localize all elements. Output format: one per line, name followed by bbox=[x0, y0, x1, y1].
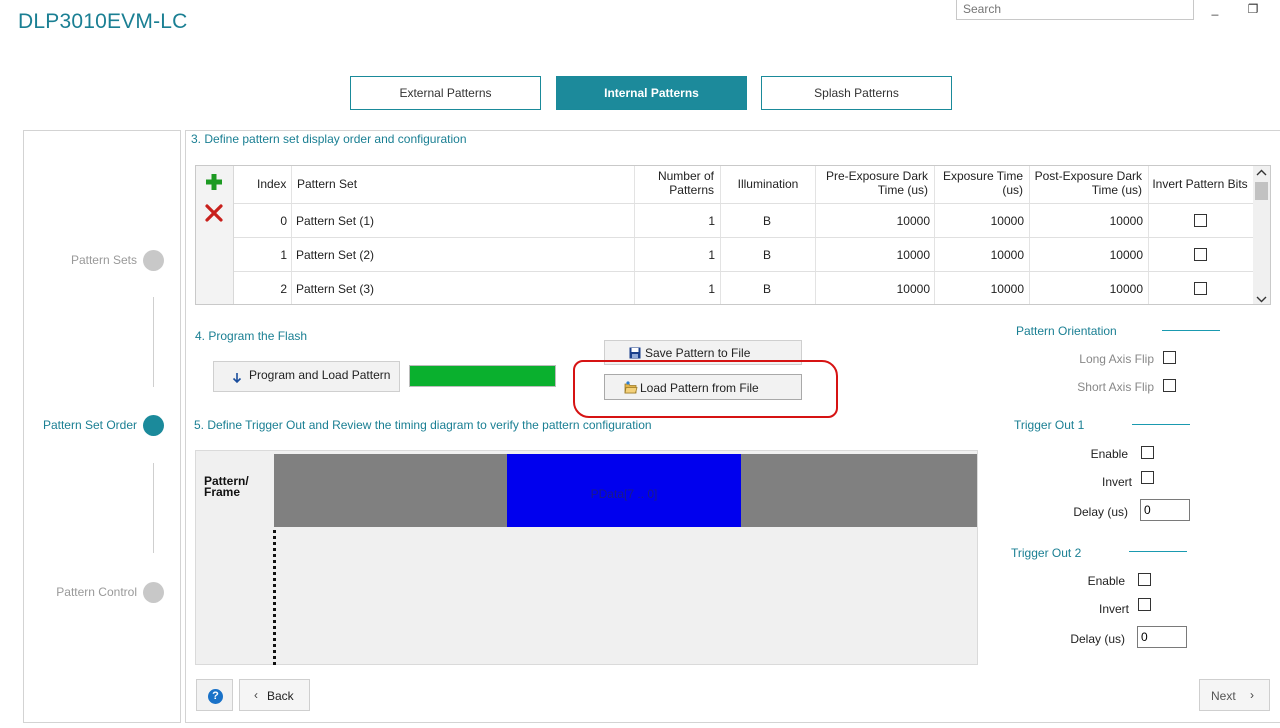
program-and-load-label: Program and Load Pattern bbox=[249, 368, 391, 382]
cell-pattern-set: Pattern Set (3) bbox=[296, 282, 375, 296]
cell-number-of-patterns: 1 bbox=[708, 248, 715, 262]
step-dot-pattern-set-order[interactable] bbox=[143, 415, 164, 436]
cell-illumination: B bbox=[762, 214, 771, 228]
column-header-post-exposure[interactable]: Post-Exposure Dark Time (us) bbox=[1032, 169, 1142, 197]
cell-index: 2 bbox=[280, 282, 287, 296]
cell-exposure: 10000 bbox=[990, 248, 1024, 262]
column-header-pre-exposure[interactable]: Pre-Exposure Dark Time (us) bbox=[818, 169, 928, 197]
download-arrow-icon bbox=[232, 372, 242, 387]
cell-post-exposure: 10000 bbox=[1109, 248, 1143, 262]
add-row-button[interactable] bbox=[205, 173, 223, 194]
step-connector bbox=[153, 463, 154, 553]
trigger-out-2-title: Trigger Out 2 bbox=[1011, 546, 1082, 560]
cell-illumination: B bbox=[762, 282, 771, 296]
scroll-thumb[interactable] bbox=[1255, 182, 1268, 200]
cell-exposure: 10000 bbox=[990, 282, 1024, 296]
table-row[interactable]: 1 Pattern Set (2) 1 B 10000 10000 10000 bbox=[234, 238, 1253, 271]
scroll-up-icon[interactable] bbox=[1256, 169, 1267, 179]
cell-number-of-patterns: 1 bbox=[708, 214, 715, 228]
frame-marker-line bbox=[273, 530, 276, 665]
progress-fill bbox=[410, 366, 555, 386]
app-title: DLP3010EVM-LC bbox=[18, 10, 188, 33]
column-header-invert-pattern-bits[interactable]: Invert Pattern Bits bbox=[1150, 177, 1250, 191]
cell-index: 0 bbox=[280, 214, 287, 228]
help-button[interactable]: ? bbox=[196, 679, 233, 711]
trigger2-delay-label: Delay (us) bbox=[1070, 632, 1125, 646]
tab-splash-patterns[interactable]: Splash Patterns bbox=[761, 76, 952, 110]
trigger1-enable-label: Enable bbox=[1090, 447, 1128, 461]
trigger1-delay-label: Delay (us) bbox=[1073, 505, 1128, 519]
cell-post-exposure: 10000 bbox=[1109, 282, 1143, 296]
cell-index: 1 bbox=[280, 248, 287, 262]
section4-title: 4. Program the Flash bbox=[195, 329, 308, 343]
close-icon bbox=[205, 204, 223, 222]
step-label-pattern-sets[interactable]: Pattern Sets bbox=[17, 253, 137, 267]
step-dot-pattern-sets[interactable] bbox=[143, 250, 164, 271]
column-header-number-of-patterns[interactable]: Number of Patterns bbox=[638, 169, 714, 197]
trigger2-delay-input[interactable] bbox=[1137, 626, 1187, 648]
search-input[interactable] bbox=[956, 0, 1194, 20]
cell-pattern-set: Pattern Set (2) bbox=[296, 248, 375, 262]
column-header-illumination[interactable]: Illumination bbox=[722, 177, 814, 191]
cell-illumination: B bbox=[762, 248, 771, 262]
cell-pre-exposure: 10000 bbox=[896, 282, 930, 296]
short-axis-flip-label: Short Axis Flip bbox=[1077, 380, 1154, 394]
pattern-orientation-title: Pattern Orientation bbox=[1016, 324, 1117, 338]
delete-row-button[interactable] bbox=[205, 204, 223, 225]
step-connector bbox=[153, 297, 154, 387]
table-row[interactable]: 0 Pattern Set (1) 1 B 10000 10000 10000 bbox=[234, 204, 1253, 237]
tab-external-patterns[interactable]: External Patterns bbox=[350, 76, 541, 110]
flash-progress-bar bbox=[409, 365, 556, 387]
step-label-pattern-control[interactable]: Pattern Control bbox=[17, 585, 137, 599]
short-axis-flip-checkbox[interactable] bbox=[1163, 379, 1176, 392]
trigger2-invert-checkbox[interactable] bbox=[1138, 598, 1151, 611]
column-header-pattern-set[interactable]: Pattern Set bbox=[297, 177, 357, 191]
cell-pre-exposure: 10000 bbox=[896, 248, 930, 262]
trigger1-enable-checkbox[interactable] bbox=[1141, 446, 1154, 459]
cell-exposure: 10000 bbox=[990, 214, 1024, 228]
invert-bits-checkbox[interactable] bbox=[1194, 214, 1207, 227]
column-header-exposure-time[interactable]: Exposure Time (us) bbox=[937, 169, 1023, 197]
help-icon: ? bbox=[208, 689, 223, 704]
scroll-down-icon[interactable] bbox=[1256, 292, 1267, 306]
cell-pattern-set: Pattern Set (1) bbox=[296, 214, 375, 228]
cell-number-of-patterns: 1 bbox=[708, 282, 715, 296]
trigger2-enable-label: Enable bbox=[1087, 574, 1125, 588]
pattern-frame-label: Pattern/ Frame bbox=[204, 474, 249, 499]
plus-icon bbox=[206, 174, 222, 190]
back-label: Back bbox=[267, 689, 294, 703]
program-and-load-button[interactable]: Program and Load Pattern bbox=[213, 361, 400, 392]
long-axis-flip-label: Long Axis Flip bbox=[1079, 352, 1154, 366]
back-button[interactable]: ‹ Back bbox=[239, 679, 310, 711]
red-highlight-annotation bbox=[573, 360, 838, 418]
restore-button[interactable]: ❐ bbox=[1238, 0, 1268, 18]
trigger2-enable-checkbox[interactable] bbox=[1138, 573, 1151, 586]
next-button[interactable]: Next › bbox=[1199, 679, 1270, 711]
long-axis-flip-checkbox[interactable] bbox=[1163, 351, 1176, 364]
cell-post-exposure: 10000 bbox=[1109, 214, 1143, 228]
trigger2-invert-label: Invert bbox=[1098, 602, 1129, 616]
trigger1-invert-label: Invert bbox=[1101, 475, 1132, 489]
section3-title: 3. Define pattern set display order and … bbox=[191, 132, 467, 146]
cell-pre-exposure: 10000 bbox=[896, 214, 930, 228]
step-dot-pattern-control[interactable] bbox=[143, 582, 164, 603]
pdata-block: PData[7 .. 0] bbox=[507, 454, 741, 527]
section5-title: 5. Define Trigger Out and Review the tim… bbox=[194, 418, 652, 432]
invert-bits-checkbox[interactable] bbox=[1194, 282, 1207, 295]
table-row[interactable]: 2 Pattern Set (3) 1 B 10000 10000 10000 bbox=[234, 272, 1253, 304]
trigger-out-1-title: Trigger Out 1 bbox=[1014, 418, 1085, 432]
trigger1-delay-input[interactable] bbox=[1140, 499, 1190, 521]
invert-bits-checkbox[interactable] bbox=[1194, 248, 1207, 261]
chevron-right-icon: › bbox=[1250, 688, 1254, 702]
tab-internal-patterns[interactable]: Internal Patterns bbox=[556, 76, 747, 110]
next-label: Next bbox=[1211, 689, 1236, 703]
save-pattern-label: Save Pattern to File bbox=[645, 346, 751, 360]
column-header-index[interactable]: Index bbox=[257, 177, 286, 191]
minimize-button[interactable]: _ bbox=[1200, 0, 1230, 18]
trigger1-invert-checkbox[interactable] bbox=[1141, 471, 1154, 484]
step-label-pattern-set-order[interactable]: Pattern Set Order bbox=[17, 418, 137, 432]
chevron-left-icon: ‹ bbox=[254, 688, 258, 702]
